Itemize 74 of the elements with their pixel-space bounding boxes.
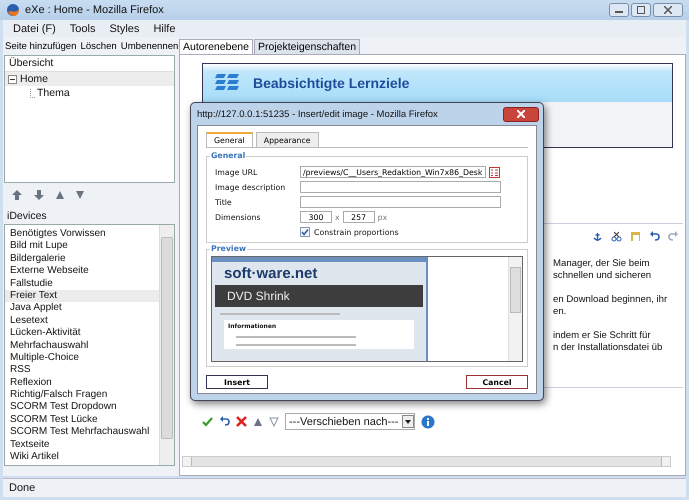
idevice-item[interactable]: Bild mit Lupe [5,240,159,253]
editor-text-line: schnellen und sicheren [553,270,652,282]
minimize-button[interactable] [609,3,629,17]
tab[interactable]: Autorenebene [179,39,253,54]
tree-item[interactable]: Thema [5,86,174,100]
checkbox[interactable] [300,227,310,237]
close-button[interactable] [503,106,539,122]
scrollbar[interactable] [159,225,174,465]
dropdown-caret-icon[interactable] [402,415,414,428]
horizontal-scrollbar[interactable] [182,456,671,467]
outline-toolbar-button[interactable]: Umbenennen [118,40,180,52]
undo-icon[interactable] [219,416,230,427]
idevices-title: iDevices [6,209,48,224]
screenshot-heading: DVD Shrink [227,289,290,303]
idevice-item[interactable]: Freier Text [5,290,159,302]
idevice-item[interactable]: Benötigtes Vorwissen [5,228,159,240]
move-down-icon[interactable] [269,416,279,426]
scrollbar[interactable] [508,257,522,361]
browse-grid-icon[interactable] [489,166,500,178]
idevice-item[interactable]: Mehrfachauswahl [5,340,159,352]
maximize-button[interactable] [631,3,651,17]
tab[interactable]: Projekteigenschaften [254,39,360,54]
editor-text-line: indem er Sie Schritt für [553,330,652,342]
idevice-item[interactable]: Multiple-Choice [5,352,159,364]
promote-icon[interactable] [11,189,23,201]
scissors-icon[interactable] [611,230,622,242]
outline-toolbar-button[interactable]: Seite hinzufügen [3,40,78,52]
idevice-item[interactable]: Lesetext [5,314,159,328]
idevice-item[interactable]: Textseite [5,438,159,452]
outline-toolbar-button[interactable]: Löschen [78,40,119,52]
idevice-item[interactable]: Reflexion [5,376,159,390]
tree-item[interactable]: Home [5,72,174,86]
menu-item[interactable]: Tools [70,22,96,34]
idevice-item[interactable]: SCORM Test Dropdown [5,401,159,414]
editor-text-line: n der Installationsdatei üb [553,342,664,354]
move-up-icon[interactable] [55,190,65,200]
idevice-item[interactable]: Bildergalerie [5,252,159,266]
move-to-dropdown[interactable]: ---Verschieben nach--- [285,413,416,430]
checkmark-icon[interactable] [202,416,213,427]
idevice-title: Beabsichtigte Lernziele [253,75,410,91]
idevice-item[interactable]: Richtig/Falsch Fragen [5,389,159,402]
delete-icon[interactable] [236,416,247,427]
idevice-item[interactable]: Fallstudie [5,278,159,290]
editor-text-line: en. [553,306,568,318]
move-down-icon[interactable] [75,190,85,200]
browser-globe-icon [6,3,20,17]
idevice-item[interactable]: SCORM Test Mehrfachauswahl [5,426,159,439]
maximize-icon[interactable] [637,6,645,14]
text-field[interactable] [300,196,501,208]
screenshot-logo: soft·ware.net [223,264,318,284]
tree-connector-icon [30,88,36,98]
idevice-item[interactable]: Lücken-Aktivität [5,327,159,340]
editor-text-line: en Download beginnen, ihr [553,294,668,306]
anchor-icon[interactable] [592,230,603,242]
menu-item[interactable]: Datei (F) [13,22,56,34]
idevice-item[interactable]: Java Applet [5,302,159,315]
close-button[interactable] [653,3,683,17]
menu-item[interactable]: Hilfe [153,22,176,34]
idevice-item[interactable]: Wiki Artikel [5,451,159,464]
move-up-icon[interactable] [253,416,263,426]
editor-text-line: Manager, der Sie beim [553,258,651,270]
demote-icon[interactable] [33,189,45,201]
idevice-item[interactable]: RSS [5,364,159,377]
status-text: Done [9,482,36,494]
menu-item[interactable]: Styles [109,22,140,34]
close-icon[interactable] [664,6,672,14]
text-field[interactable] [300,181,501,193]
idevice-item[interactable]: Externe Webseite [5,265,159,278]
info-icon[interactable] [421,414,436,428]
idevice-item[interactable]: SCORM Test Lücke [5,414,159,426]
window-title: eXe : Home - Mozilla Firefox [25,4,164,16]
collapse-icon[interactable] [8,74,17,84]
dialog-title: http://127.0.0.1:51235 - Insert/edit image - Mozilla Firefox [197,108,438,120]
undo-icon[interactable] [649,230,660,242]
